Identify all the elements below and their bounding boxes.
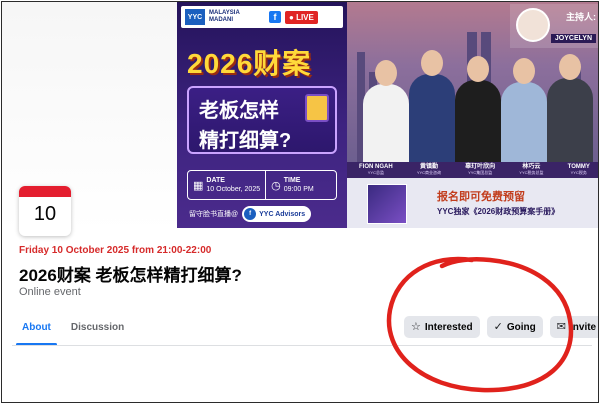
logo-strip: YYC MALAYSIA MADANI f ● LIVE (181, 6, 343, 28)
banner-headline-box: 老板怎样 精打细算? (187, 86, 337, 154)
banner-speakers-photo: 主持人: JOYCELYN (347, 2, 598, 162)
tab-discussion[interactable]: Discussion (61, 315, 134, 345)
handbook-image (367, 184, 407, 224)
event-actions: ☆ Interested ✓ Going ✉ Invite (404, 316, 598, 338)
banner-time-cell: ◷ TIME 09:00 PM (265, 171, 319, 199)
date-tile-day: 10 (33, 203, 57, 225)
speaker-name: 辜玎叶欣向 YYC集团总监 (465, 164, 495, 176)
speaker-photo (455, 56, 501, 162)
event-title: 2026财案 老板怎样精打细算? (19, 266, 242, 285)
banner-time-label: TIME (283, 176, 301, 184)
banner-page-name: YYC Advisors (259, 210, 306, 218)
speaker-names: FION NGAH YYC总监 黄镇勤 YYC商业咨询 辜玎叶欣向 YYC集团总监 林… (347, 162, 598, 178)
banner-date-time-box: ▦ DATE 10 October, 2025 ◷ TIME 09:00 PM (187, 170, 337, 200)
yyc-logo: YYC (185, 9, 205, 25)
interested-label: Interested (424, 321, 473, 333)
event-time: Friday 10 October 2025 from 21:00-22:00 (19, 245, 212, 256)
banner-time-value: 09:00 PM (283, 185, 314, 193)
tab-about[interactable]: About (12, 315, 61, 346)
check-circle-icon: ✓ (493, 320, 503, 333)
event-tabs: About Discussion (12, 315, 134, 346)
star-icon: ☆ (411, 320, 421, 333)
speaker-role: YYC总监 (367, 170, 384, 175)
live-badge: ● LIVE (285, 10, 318, 24)
facebook-icon: f (269, 11, 281, 23)
speaker-role: YYC税务总监 (519, 170, 544, 175)
invite-button[interactable]: ✉ Invite (549, 316, 598, 338)
promo-strip: 报名即可免费预留 YYC独家《2026财政预算案手册》 (347, 178, 598, 228)
date-tile: 10 (19, 186, 71, 236)
host-photo (516, 8, 550, 42)
banner-headline-line1: 老板怎样 (199, 100, 279, 122)
host-name: JOYCELYN (550, 34, 596, 43)
invite-label: Invite (570, 321, 597, 333)
banner-left-panel: YYC MALAYSIA MADANI f ● LIVE 2026财案 老板怎样… (177, 2, 347, 228)
host-label: 主持人: (566, 12, 596, 22)
speaker-photo (547, 54, 593, 162)
date-tile-bar (19, 186, 71, 197)
speaker-name: FION NGAH YYC总监 (359, 164, 393, 176)
speaker-head (421, 50, 443, 76)
banner-headline-line2: 精打细算? (199, 130, 292, 152)
speaker-photo (363, 60, 409, 162)
promo-line2: YYC独家《2026财政预算案手册》 (437, 207, 560, 216)
speaker-role: YYC集团总监 (468, 170, 493, 175)
madani-logo: MALAYSIA MADANI (209, 10, 240, 23)
speaker-head (467, 56, 489, 82)
speaker-head (559, 54, 581, 80)
banner-date-cell: ▦ DATE 10 October, 2025 (188, 171, 265, 199)
interested-button[interactable]: ☆ Interested (404, 316, 480, 338)
promo-line1: 报名即可免费预留 (437, 191, 525, 203)
going-label: Going (506, 321, 536, 333)
speaker-name: TOMMY YYC税务 (568, 164, 590, 176)
event-page: YYC MALAYSIA MADANI f ● LIVE 2026财案 老板怎样… (1, 1, 599, 403)
going-button[interactable]: ✓ Going (486, 316, 543, 338)
facebook-icon: f (244, 208, 257, 220)
banner-follow-row: 留守脸书直播@ f YYC Advisors (189, 206, 312, 222)
banner-follow-text: 留守脸书直播@ (189, 211, 239, 218)
speaker-role: YYC商业咨询 (416, 170, 442, 175)
speaker-head (375, 60, 397, 86)
tabs-divider (12, 345, 592, 346)
host-box: 主持人: JOYCELYN (510, 4, 598, 48)
speaker-role: YYC税务 (570, 170, 587, 175)
event-type: Online event (19, 286, 81, 298)
speaker-name: 黄镇勤 YYC商业咨询 (417, 164, 441, 176)
calculator-icon (305, 94, 329, 122)
speaker-photo (501, 58, 547, 162)
speaker-photo (409, 50, 455, 162)
banner-year-title: 2026财案 (187, 48, 312, 79)
envelope-icon: ✉ (556, 320, 566, 333)
event-cover-image: YYC MALAYSIA MADANI f ● LIVE 2026财案 老板怎样… (177, 2, 598, 228)
speaker-head (513, 58, 535, 84)
banner-date-value: 10 October, 2025 (206, 185, 261, 193)
yyc-advisors-pill: f YYC Advisors (242, 206, 312, 222)
live-label: LIVE (296, 12, 314, 22)
speaker-name: 林巧云 YYC税务总监 (519, 164, 543, 176)
calendar-icon: ▦ (193, 179, 204, 192)
clock-icon: ◷ (271, 179, 281, 192)
banner-date-label: DATE (206, 176, 225, 184)
